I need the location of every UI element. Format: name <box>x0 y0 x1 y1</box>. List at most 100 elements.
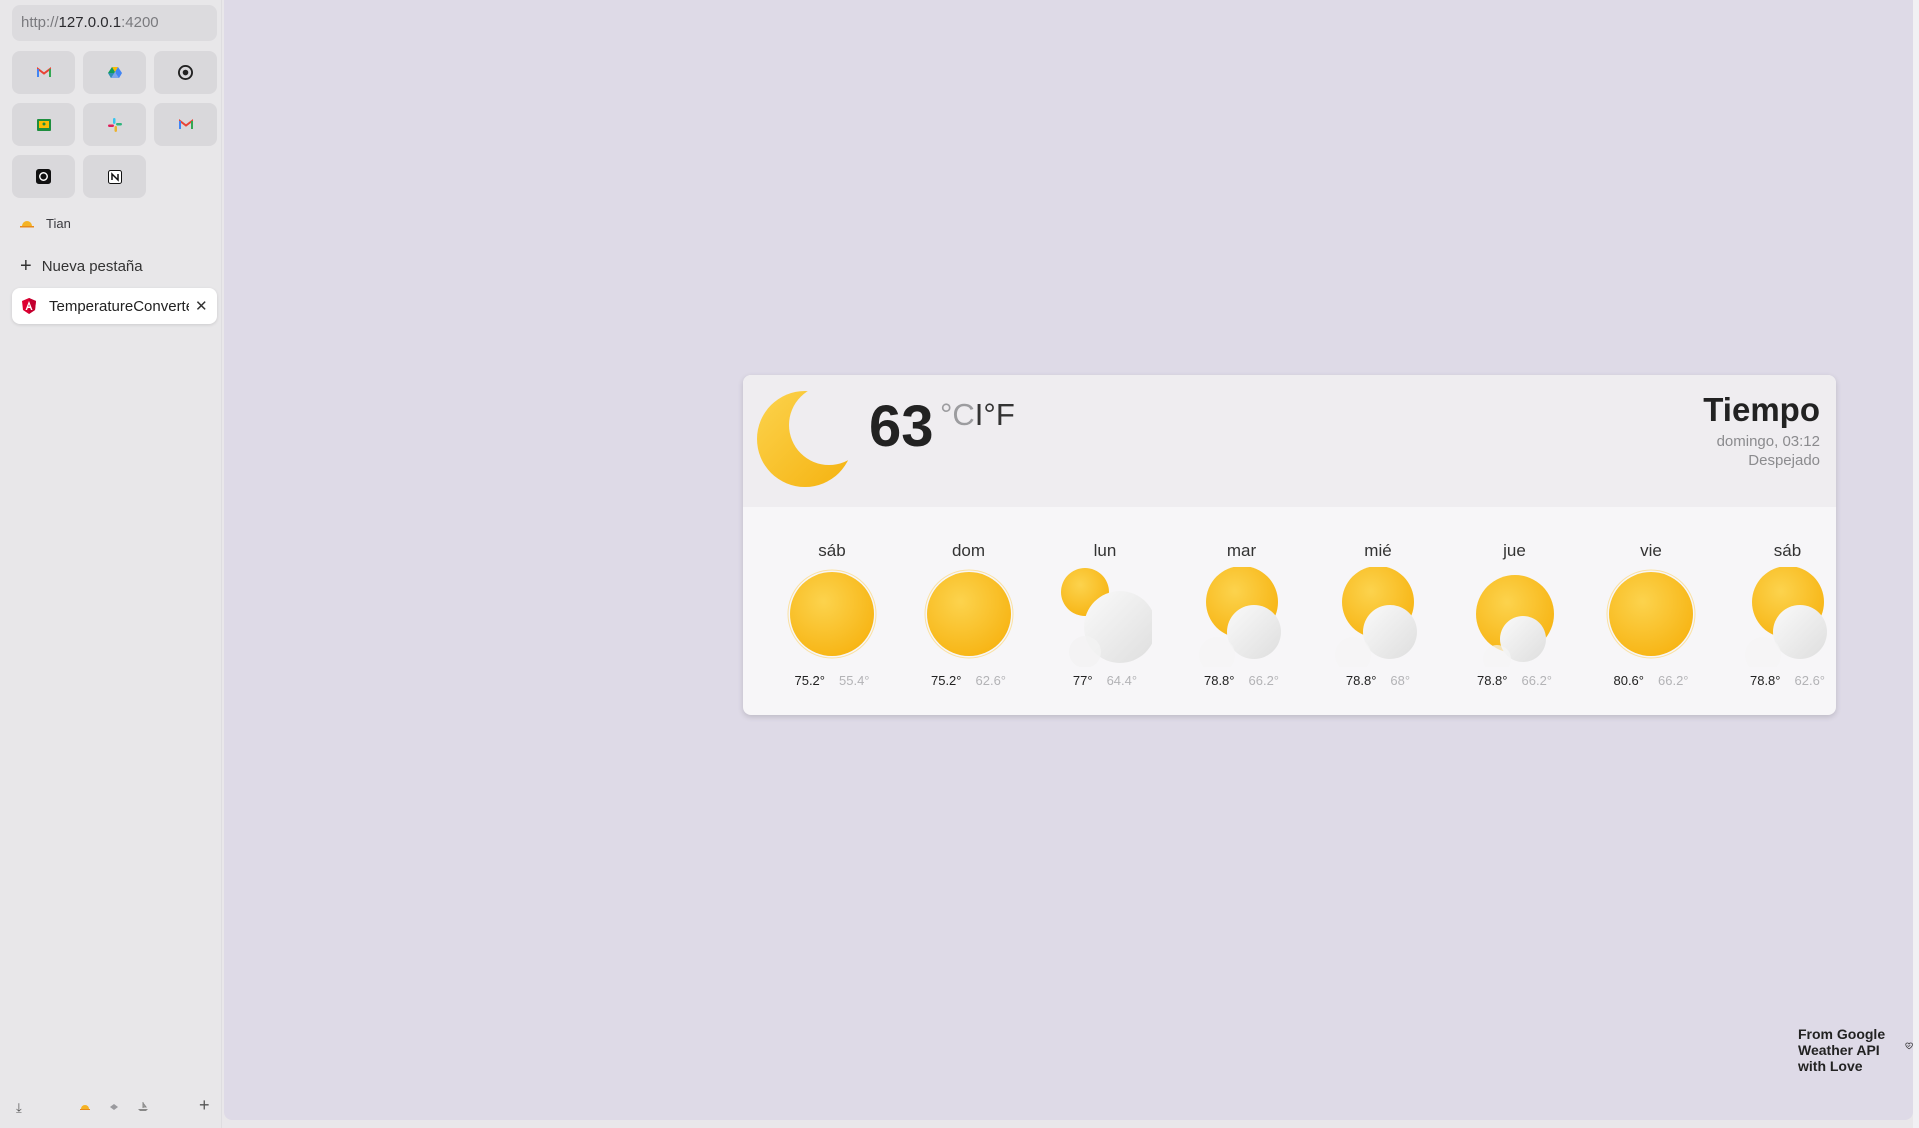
slack-icon <box>107 117 122 132</box>
weather-datetime: domingo, 03:12 <box>1716 433 1820 450</box>
forecast-high: 80.6° <box>1613 673 1644 688</box>
forecast-day-name: mar <box>1226 541 1257 560</box>
forecast-temps: 78.8° 66.2° <box>1447 673 1583 688</box>
scrollbar[interactable] <box>1913 0 1919 1128</box>
notion-icon <box>107 169 122 184</box>
google-classroom-icon <box>36 118 51 131</box>
download-icon[interactable]: ⤓ <box>16 1100 22 1116</box>
forecast-high: 78.8° <box>1203 673 1235 688</box>
partly-cloudy-icon <box>1335 567 1417 667</box>
forecast-day: mar 78.8° 66.2° <box>1174 507 1310 715</box>
space-layers-icon[interactable] <box>109 1103 119 1111</box>
forecast-day: vie 80.6° 66.2° <box>1583 507 1719 715</box>
pinned-gmail-2[interactable] <box>154 103 217 146</box>
partly-cloudy-low-icon <box>1475 575 1554 667</box>
pinned-drive[interactable] <box>83 51 146 94</box>
forecast-day-name: vie <box>1640 541 1662 560</box>
unit-fahrenheit[interactable]: °F <box>983 397 1014 432</box>
current-temperature: 63 <box>869 394 934 459</box>
forecast-day-name: sáb <box>1773 541 1802 560</box>
weather-title: Tiempo <box>1703 391 1820 428</box>
space-tian[interactable]: Tian <box>20 213 71 233</box>
page-content: 63 °CI°F Tiempo domingo, 03:12 Despejado… <box>224 0 1913 1120</box>
forecast-day: sáb 78.8° 62.6° <box>1720 507 1837 715</box>
gmail-icon <box>178 119 193 129</box>
forecast-low: 64.4° <box>1106 673 1138 688</box>
forecast-day: jue 78.8° 66.2° <box>1447 507 1583 715</box>
new-tab-label: Nueva pestaña <box>41 257 143 275</box>
space-name: Tian <box>46 215 71 231</box>
pinned-github[interactable] <box>154 51 217 94</box>
partly-cloudy-icon <box>1744 567 1827 667</box>
forecast-temps: 75.2° 62.6° <box>901 673 1037 688</box>
plus-icon: + <box>20 255 32 277</box>
pinned-slack[interactable] <box>83 103 146 146</box>
forecast-temps: 78.8° 68° <box>1310 673 1446 688</box>
google-drive-icon <box>107 66 122 78</box>
current-weather: 63 °CI°F Tiempo domingo, 03:12 Despejado <box>743 375 1836 507</box>
tab-temperature-converter[interactable]: TemperatureConverter ✕ <box>12 288 217 324</box>
forecast-day: mié 78.8° 68° <box>1310 507 1446 715</box>
sunny-icon <box>787 569 877 659</box>
angular-icon <box>22 298 36 314</box>
forecast-temps: 77° 64.4° <box>1037 673 1173 688</box>
forecast-high: 78.8° <box>1749 673 1781 688</box>
url-bar[interactable]: http://127.0.0.1:4200 <box>12 5 217 41</box>
space-sunset-icon[interactable] <box>80 1103 90 1111</box>
forecast-high: 75.2° <box>930 673 962 688</box>
unit-celsius[interactable]: °C <box>940 397 975 432</box>
new-tab-button[interactable]: + Nueva pestaña <box>20 255 143 277</box>
forecast-high: 77° <box>1072 673 1093 688</box>
forecast-day: sáb 75.2° 55.4° <box>764 507 900 715</box>
forecast-low: 55.4° <box>839 673 870 688</box>
forecast-temps: 78.8° 66.2° <box>1174 673 1310 688</box>
sidebar-footer: ⤓ + <box>14 1095 214 1119</box>
heart-icon <box>1905 1042 1913 1050</box>
forecast-list: sáb 75.2° 55.4° dom 75.2° 62.6° lun 77° 64.4° mar… <box>743 507 1836 715</box>
forecast-low: 68° <box>1390 673 1411 688</box>
weather-condition: Despejado <box>1748 452 1820 469</box>
pinned-notion[interactable] <box>83 155 146 198</box>
sunny-icon <box>924 569 1013 659</box>
cloudy-icon <box>1061 568 1152 667</box>
openai-icon <box>36 169 51 184</box>
forecast-day-name: sáb <box>818 541 846 560</box>
footer-text: From Google Weather API with Love <box>1798 1026 1886 1074</box>
pinned-classroom[interactable] <box>12 103 75 146</box>
forecast-high: 75.2° <box>794 673 825 688</box>
forecast-temps: 75.2° 55.4° <box>764 673 900 688</box>
sunset-icon <box>20 221 34 228</box>
forecast-temps: 80.6° 66.2° <box>1583 673 1719 688</box>
gmail-icon <box>36 67 51 77</box>
close-icon[interactable]: ✕ <box>195 297 208 315</box>
url-host: 127.0.0.1 <box>58 14 122 31</box>
forecast-day: lun 77° 64.4° <box>1037 507 1173 715</box>
forecast-high: 78.8° <box>1476 673 1508 688</box>
sunny-icon <box>1606 569 1696 659</box>
space-boat-icon[interactable] <box>138 1102 148 1111</box>
forecast-day-name: dom <box>951 541 986 560</box>
forecast-low: 62.6° <box>1794 673 1826 688</box>
forecast-high: 78.8° <box>1345 673 1377 688</box>
footer-credit: From Google Weather API with Love <box>1798 1026 1913 1074</box>
forecast-day: dom 75.2° 62.6° <box>901 507 1037 715</box>
browser-sidebar: http://127.0.0.1:4200 Tian + Nueva pesta… <box>0 0 222 1128</box>
forecast-day-name: lun <box>1093 541 1117 560</box>
partly-cloudy-icon <box>1198 567 1281 667</box>
weather-card: 63 °CI°F Tiempo domingo, 03:12 Despejado… <box>743 375 1836 715</box>
pinned-openai[interactable] <box>12 155 75 198</box>
moon-icon <box>757 391 853 487</box>
browser-window: http://127.0.0.1:4200 Tian + Nueva pesta… <box>0 0 1919 1128</box>
add-space-icon[interactable]: + <box>199 1095 210 1116</box>
forecast-low: 66.2° <box>1658 673 1689 688</box>
forecast-low: 62.6° <box>975 673 1007 688</box>
forecast-day-name: jue <box>1503 541 1526 560</box>
forecast-low: 66.2° <box>1521 673 1553 688</box>
forecast-low: 66.2° <box>1248 673 1280 688</box>
url-scheme: http:// <box>21 14 59 31</box>
forecast-temps: 78.8° 62.6° <box>1720 673 1837 688</box>
url-port: :4200 <box>121 14 159 31</box>
unit-toggle: °CI°F <box>940 397 1015 433</box>
tab-title: TemperatureConverter <box>49 297 189 315</box>
pinned-gmail[interactable] <box>12 51 75 94</box>
